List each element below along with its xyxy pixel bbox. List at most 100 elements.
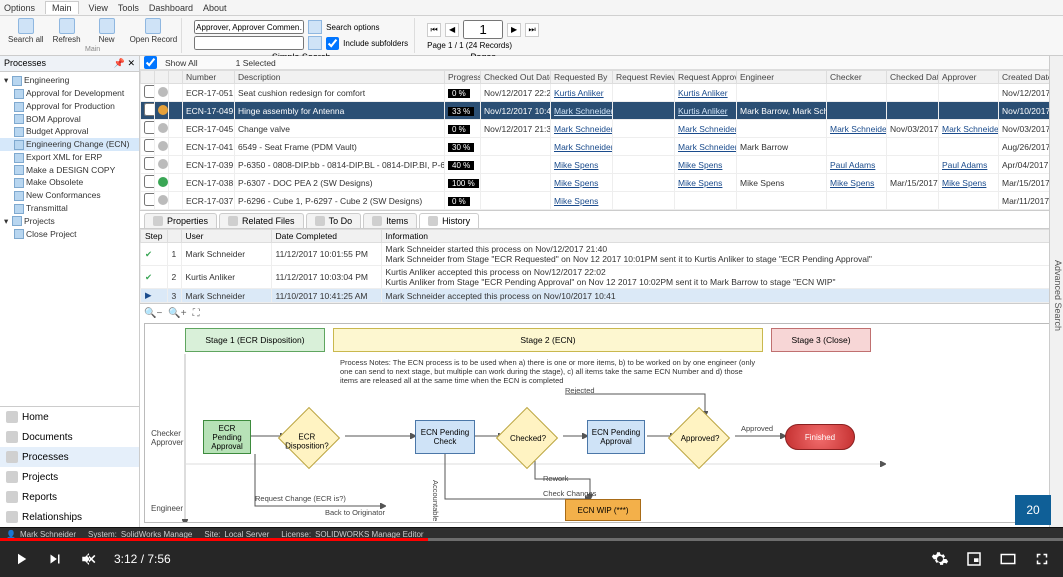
node-ecn-pending-check[interactable]: ECN Pending Check xyxy=(415,420,475,454)
col-header[interactable]: User xyxy=(181,230,271,243)
tree-node[interactable]: Approval for Production xyxy=(0,100,139,113)
col-header[interactable]: Engineer xyxy=(737,71,827,84)
table-row[interactable]: ECN-17-0416549 - Seat Frame (PDM Vault)3… xyxy=(141,138,1063,156)
tree-node[interactable]: New Conformances xyxy=(0,189,139,202)
tree-node[interactable]: Close Project xyxy=(0,228,139,241)
workflow-diagram[interactable]: Stage 1 (ECR Disposition) Stage 2 (ECN) … xyxy=(144,323,1059,523)
menu-view[interactable]: View xyxy=(89,3,108,13)
zoom-fit-icon[interactable]: ⛶ xyxy=(193,308,200,319)
table-row[interactable]: ECR-17-051Seat cushion redesign for comf… xyxy=(141,84,1063,102)
row-checkbox[interactable] xyxy=(144,103,155,116)
zoom-out-icon[interactable]: 🔍− xyxy=(144,308,162,319)
advanced-search-tab[interactable]: Advanced Search xyxy=(1049,56,1063,527)
col-header[interactable]: Information xyxy=(381,230,1063,243)
nav-documents[interactable]: Documents xyxy=(0,427,139,447)
col-header[interactable] xyxy=(155,71,169,84)
menu-options[interactable]: Options xyxy=(4,3,35,13)
col-header[interactable] xyxy=(169,71,183,84)
open-record-button[interactable]: Open Record xyxy=(130,18,178,44)
tree-node[interactable]: Transmittal xyxy=(0,202,139,215)
col-header[interactable]: Checker xyxy=(827,71,887,84)
node-ecr-disposition[interactable]: ECR Disposition? xyxy=(278,407,340,469)
search-text-input[interactable] xyxy=(194,36,304,50)
col-header[interactable]: Progress xyxy=(445,71,481,84)
col-header[interactable]: Checked Date xyxy=(887,71,939,84)
menu-main[interactable]: Main xyxy=(45,1,79,14)
col-header[interactable]: Number xyxy=(183,71,235,84)
table-row[interactable]: ECN-17-038P-6307 - DOC PEA 2 (SW Designs… xyxy=(141,174,1063,192)
search-options-icon[interactable] xyxy=(308,20,322,34)
settings-icon[interactable] xyxy=(931,550,949,568)
table-row[interactable]: ECR-17-037P-6296 - Cube 1, P-6297 - Cube… xyxy=(141,192,1063,210)
tree-node[interactable]: Engineering Change (ECN) xyxy=(0,138,139,151)
nav-processes[interactable]: Processes xyxy=(0,447,139,467)
menu-about[interactable]: About xyxy=(203,3,227,13)
node-ecr-pending[interactable]: ECR Pending Approval xyxy=(203,420,251,454)
menu-dashboard[interactable]: Dashboard xyxy=(149,3,193,13)
go-search-icon[interactable] xyxy=(308,36,322,50)
row-checkbox[interactable] xyxy=(144,85,155,98)
col-header[interactable]: Step xyxy=(141,230,168,243)
page-prev-button[interactable]: ◀ xyxy=(445,23,459,37)
mute-icon[interactable] xyxy=(80,550,98,568)
tab-items[interactable]: Items xyxy=(363,213,417,228)
tree-node[interactable]: ▾Engineering xyxy=(0,74,139,87)
row-checkbox[interactable] xyxy=(144,193,155,206)
row-checkbox[interactable] xyxy=(144,121,155,134)
node-ecn-wip[interactable]: ECN WIP (***) xyxy=(565,499,641,521)
zoom-in-icon[interactable]: 🔍+ xyxy=(168,308,186,319)
page-last-button[interactable]: ⏭ xyxy=(525,23,539,37)
col-header[interactable] xyxy=(141,71,155,84)
next-icon[interactable] xyxy=(46,550,64,568)
col-header[interactable]: Requested By xyxy=(551,71,613,84)
tree-node[interactable]: Budget Approval xyxy=(0,125,139,138)
row-checkbox[interactable] xyxy=(144,157,155,170)
new-button[interactable]: New xyxy=(90,18,124,44)
col-header[interactable]: Checked Out Date xyxy=(481,71,551,84)
theater-icon[interactable] xyxy=(999,550,1017,568)
tab-to-do[interactable]: To Do xyxy=(306,213,362,228)
tree-node[interactable]: Make Obsolete xyxy=(0,176,139,189)
tree-node[interactable]: Export XML for ERP xyxy=(0,151,139,164)
page-next-button[interactable]: ▶ xyxy=(507,23,521,37)
fullscreen-icon[interactable] xyxy=(1033,550,1051,568)
row-checkbox[interactable] xyxy=(144,175,155,188)
nav-relationships[interactable]: Relationships xyxy=(0,507,139,527)
tab-history[interactable]: History xyxy=(419,213,479,228)
tree-node[interactable]: ▾Projects xyxy=(0,215,139,228)
table-row[interactable]: ECR-17-045Change valve0 %Nov/12/2017 21:… xyxy=(141,120,1063,138)
menu-tools[interactable]: Tools xyxy=(118,3,139,13)
panel-pin-icon[interactable]: 📌 ✕ xyxy=(114,58,135,69)
history-row[interactable]: ▶3Mark Schneider11/10/2017 10:41:25 AMMa… xyxy=(141,289,1063,303)
nav-projects[interactable]: Projects xyxy=(0,467,139,487)
row-checkbox[interactable] xyxy=(144,139,155,152)
play-icon[interactable] xyxy=(12,550,30,568)
table-row[interactable]: ECN-17-049Hinge assembly for Antenna33 %… xyxy=(141,102,1063,120)
approver-field[interactable] xyxy=(194,20,304,34)
table-row[interactable]: ECN-17-039P-6350 - 0808-DIP.bb - 0814-DI… xyxy=(141,156,1063,174)
history-row[interactable]: ✔2Kurtis Anliker11/12/2017 10:03:04 PMKu… xyxy=(141,266,1063,289)
miniplayer-icon[interactable] xyxy=(965,550,983,568)
node-approved[interactable]: Approved? xyxy=(668,407,730,469)
page-first-button[interactable]: ⏮ xyxy=(427,23,441,37)
col-header[interactable]: Approver xyxy=(939,71,999,84)
node-finished[interactable]: Finished xyxy=(785,424,855,450)
tree-node[interactable]: BOM Approval xyxy=(0,113,139,126)
col-header[interactable]: Description xyxy=(235,71,445,84)
col-header[interactable]: Date Completed xyxy=(271,230,381,243)
tree-node[interactable]: Approval for Development xyxy=(0,87,139,100)
page-input[interactable] xyxy=(463,20,503,39)
tab-properties[interactable]: Properties xyxy=(144,213,217,228)
nav-home[interactable]: Home xyxy=(0,407,139,427)
show-all-checkbox[interactable] xyxy=(144,56,157,69)
tree-node[interactable]: Make a DESIGN COPY xyxy=(0,164,139,177)
col-header[interactable]: Request Approver xyxy=(675,71,737,84)
nav-reports[interactable]: Reports xyxy=(0,487,139,507)
col-header[interactable] xyxy=(167,230,181,243)
include-subfolders-checkbox[interactable] xyxy=(326,37,339,50)
node-ecn-pending-approval[interactable]: ECN Pending Approval xyxy=(587,420,645,454)
history-row[interactable]: ✔1Mark Schneider11/12/2017 10:01:55 PMMa… xyxy=(141,243,1063,266)
col-header[interactable]: Request Reviewer xyxy=(613,71,675,84)
refresh-button[interactable]: Refresh xyxy=(50,18,84,44)
node-checked[interactable]: Checked? xyxy=(496,407,558,469)
